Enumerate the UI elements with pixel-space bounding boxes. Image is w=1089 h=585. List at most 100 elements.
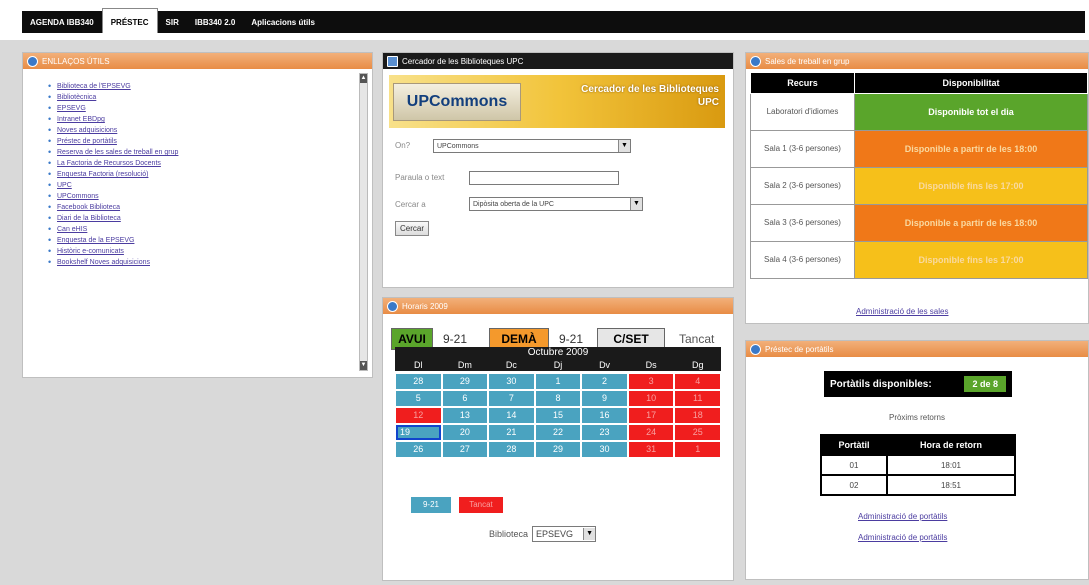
calendar-day[interactable]: 21 [489, 425, 534, 440]
calendar-day[interactable]: 3 [628, 374, 674, 389]
schedule-panel-title: Horaris 2009 [402, 301, 448, 311]
room-name: Sala 3 (3-6 persones) [750, 204, 855, 242]
calendar-day[interactable]: 1 [535, 374, 581, 389]
useful-link[interactable]: EPSEVG [48, 103, 372, 114]
search-text-input[interactable] [469, 171, 619, 185]
useful-link[interactable]: Diari de la Biblioteca [48, 213, 372, 224]
library-select[interactable]: EPSEVG ▼ [532, 526, 597, 542]
table-row: Laboratori d'idiomes Disponible tot el di… [750, 93, 1088, 131]
calendar-day[interactable]: 20 [442, 425, 488, 440]
links-panel-title: ENLLAÇOS ÚTILS [42, 56, 110, 66]
calendar-day[interactable]: 29 [442, 374, 488, 389]
calendar-day[interactable]: 6 [442, 391, 488, 406]
tab-aplicacions[interactable]: Aplicacions útils [243, 11, 323, 33]
calendar-day[interactable]: 30 [489, 374, 534, 389]
room-name: Laboratori d'idiomes [750, 93, 855, 131]
calendar-day[interactable]: 24 [628, 425, 674, 440]
calendar-day[interactable]: 12 [396, 408, 441, 423]
calendar-day[interactable]: 11 [675, 391, 720, 406]
search-panel-header: Cercador de les Biblioteques UPC [383, 53, 733, 69]
calendar-day[interactable]: 28 [489, 442, 534, 457]
useful-link[interactable]: Enquesta de la EPSEVG [48, 235, 372, 246]
info-icon [27, 55, 38, 67]
calendar-day[interactable]: 27 [442, 442, 488, 457]
calendar-day[interactable]: 28 [396, 374, 441, 389]
calendar-day[interactable]: 19 [396, 425, 441, 440]
weekday-label: Dv [599, 360, 611, 370]
calendar-day[interactable]: 2 [582, 374, 627, 389]
useful-link[interactable]: La Factoria de Recursos Docents [48, 158, 372, 169]
links-scrollbar[interactable]: ▲ ▼ [359, 73, 368, 371]
calendar-day[interactable]: 1 [675, 442, 720, 457]
calendar-day[interactable]: 8 [535, 391, 581, 406]
calendar-day[interactable]: 10 [628, 391, 674, 406]
calendar-day[interactable]: 13 [442, 408, 488, 423]
useful-link[interactable]: Reserva de les sales de treball en grup [48, 147, 372, 158]
month-calendar: Octubre 2009 Dl Dm Dc Dj Dv Ds Dg 28 29 30 1 2 3 4 5 6… [395, 347, 721, 460]
useful-link[interactable]: Noves adquisicions [48, 125, 372, 136]
calendar-day[interactable]: 30 [582, 442, 627, 457]
banner-title: Cercador de les Biblioteques UPC [581, 84, 719, 108]
calendar-day[interactable]: 26 [396, 442, 441, 457]
calendar-day[interactable]: 18 [675, 408, 720, 423]
scroll-up-icon[interactable]: ▲ [360, 74, 367, 83]
useful-link[interactable]: Bookshelf Noves adquisicions [48, 257, 372, 268]
room-name: Sala 4 (3-6 persones) [750, 241, 855, 279]
schedule-panel: Horaris 2009 AVUI 9-21 DEMÀ 9-21 C/SET T… [382, 297, 734, 581]
calendar-day[interactable]: 31 [628, 442, 674, 457]
calendar-day[interactable]: 9 [582, 391, 627, 406]
calendar-day[interactable]: 25 [675, 425, 720, 440]
chevron-down-icon: ▼ [583, 528, 596, 540]
laptops-available-box: Portàtils disponibles: 2 de 8 [824, 371, 1012, 397]
tab-agenda[interactable]: AGENDA IBB340 [22, 11, 102, 33]
laptops-admin-link-2[interactable]: Administració de portàtils [858, 533, 947, 542]
useful-link[interactable]: Enquesta Factoria (resolució) [48, 169, 372, 180]
library-value: EPSEVG [536, 529, 574, 539]
chevron-down-icon: ▼ [618, 140, 630, 152]
useful-link[interactable]: UPCommons [48, 191, 372, 202]
laptops-table: Portàtil Hora de retorn 01 18:01 02 18:51 [820, 434, 1016, 496]
useful-link[interactable]: Biblioteca de l'EPSEVG [48, 81, 372, 92]
laptops-panel-title: Préstec de portàtils [765, 344, 834, 354]
laptops-admin-link-1[interactable]: Administració de portàtils [858, 512, 947, 521]
laptops-available-value: 2 de 8 [964, 376, 1006, 392]
room-status: Disponible tot el dia [854, 93, 1088, 131]
tab-sir[interactable]: SIR [158, 11, 187, 33]
calendar-day[interactable]: 7 [489, 391, 534, 406]
calendar-day[interactable]: 29 [535, 442, 581, 457]
useful-link[interactable]: Facebook Biblioteca [48, 202, 372, 213]
tab-ibb340-2[interactable]: IBB340 2.0 [187, 11, 243, 33]
useful-link[interactable]: Bibliotècnica [48, 92, 372, 103]
calendar-day[interactable]: 17 [628, 408, 674, 423]
scroll-down-icon[interactable]: ▼ [360, 361, 367, 370]
table-row: Sala 3 (3-6 persones) Disponible a partir… [750, 204, 1088, 242]
top-bar: AGENDA IBB340 PRÉSTEC SIR IBB340 2.0 Apl… [0, 0, 1089, 40]
calendar-day[interactable]: 22 [535, 425, 581, 440]
useful-link[interactable]: Préstec de portàtils [48, 136, 372, 147]
field-on-select[interactable]: UPCommons ▼ [433, 139, 631, 153]
calendar-day[interactable]: 15 [535, 408, 581, 423]
info-icon [750, 55, 761, 67]
useful-link[interactable]: Històric e-comunicats [48, 246, 372, 257]
calendar-day[interactable]: 16 [582, 408, 627, 423]
useful-link[interactable]: Can eHIS [48, 224, 372, 235]
weekday-label: Dg [691, 360, 704, 370]
calendar-day[interactable]: 5 [396, 391, 441, 406]
col-resource: Recurs [750, 72, 855, 94]
legend-open: 9-21 [411, 497, 451, 513]
table-row: 01 18:01 [820, 454, 1016, 476]
table-row: Sala 2 (3-6 persones) Disponible fins les… [750, 167, 1088, 205]
field-in-value: Dipòsita oberta de la UPC [473, 200, 554, 208]
calendar-day[interactable]: 23 [582, 425, 627, 440]
rooms-admin-link[interactable]: Administració de les sales [856, 307, 948, 316]
calendar-day[interactable]: 4 [675, 374, 720, 389]
useful-link[interactable]: Intranet EBDpg [48, 114, 372, 125]
field-in-select[interactable]: Dipòsita oberta de la UPC ▼ [469, 197, 643, 211]
calendar-day[interactable]: 14 [489, 408, 534, 423]
main-nav: AGENDA IBB340 PRÉSTEC SIR IBB340 2.0 Apl… [22, 8, 1085, 33]
tab-prestec[interactable]: PRÉSTEC [101, 8, 158, 33]
useful-link[interactable]: UPC [48, 180, 372, 191]
table-row: Sala 1 (3-6 persones) Disponible a partir… [750, 130, 1088, 168]
search-button[interactable]: Cercar [395, 221, 430, 236]
col-availability: Disponibilitat [854, 72, 1088, 94]
